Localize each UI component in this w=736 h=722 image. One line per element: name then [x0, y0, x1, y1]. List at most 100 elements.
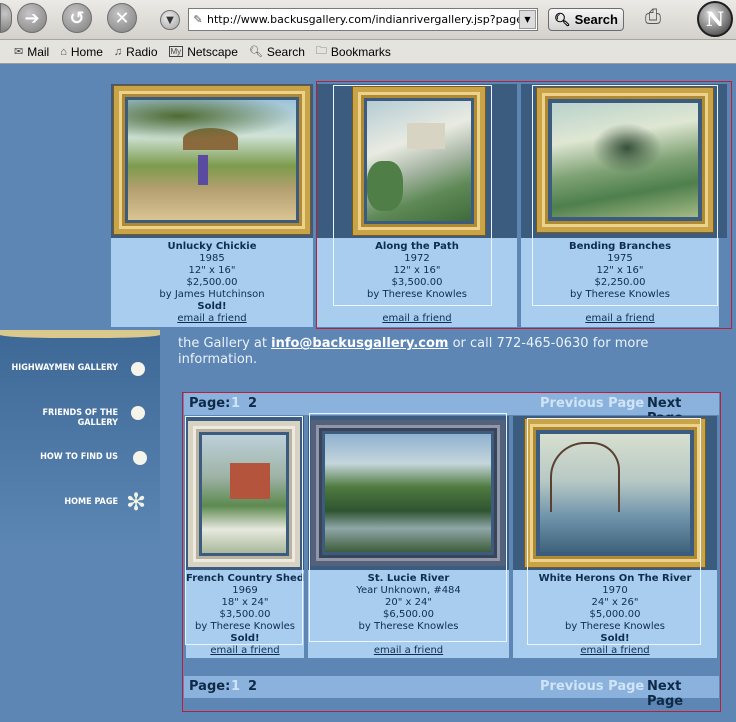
search-button-label: Search [574, 12, 618, 27]
painting-frame [353, 87, 485, 235]
painting-year: 1969 [232, 585, 258, 596]
magnifier-icon: 🔍︎ [554, 11, 571, 27]
painting-title[interactable]: French Country Shed [186, 573, 304, 585]
url-field[interactable]: ✎ http://www.backusgallery.com/indianriv… [188, 8, 538, 31]
painting-price: $6,500.00 [383, 609, 434, 620]
sidebar-bullet-icon [131, 406, 145, 420]
print-icon[interactable]: ⎙ [645, 4, 675, 34]
status-spacer [521, 301, 719, 313]
painting-price: $2,500.00 [186, 277, 238, 288]
previous-page-link[interactable]: Previous Page [540, 396, 644, 411]
toolbar-item-label: Netscape [187, 44, 238, 59]
painting-thumbnail[interactable] [317, 84, 517, 238]
toolbar-item-radio[interactable]: ♫ Radio [114, 45, 158, 59]
painting-artist: by Therese Knowles [570, 289, 670, 300]
palm-tree-icon: ✻ [126, 488, 147, 516]
email-a-friend-link[interactable]: email a friend [111, 313, 313, 325]
painting-canvas [325, 434, 491, 552]
painting-canvas [128, 100, 296, 220]
painting-size: 24" x 26" [591, 597, 639, 608]
painting-year: Year Unknown, #484 [356, 585, 461, 596]
page-label: Page: [189, 679, 231, 694]
page-label: Page: [189, 396, 231, 411]
history-dropdown-icon[interactable]: ▼ [160, 10, 180, 30]
painting-info: White Herons On The River 1970 24" x 26"… [513, 570, 717, 658]
painting-title[interactable]: St. Lucie River [308, 573, 509, 585]
back-arrow-icon[interactable]: ➔ [17, 3, 47, 33]
painting-title[interactable]: Unlucky Chickie [111, 241, 313, 253]
toolbar-item-search[interactable]: 🔍︎ Search [249, 45, 305, 59]
my-netscape-icon: My [168, 46, 184, 57]
painting-thumbnail[interactable] [186, 416, 304, 570]
painting-frame [114, 86, 310, 234]
sidebar-item-home-page[interactable]: HOME PAGE [64, 497, 118, 507]
painting-title[interactable]: Bending Branches [521, 241, 719, 253]
painting-thumbnail[interactable] [513, 416, 717, 570]
url-text[interactable]: http://www.backusgallery.com/indianriver… [207, 13, 519, 26]
toolbar-item-label: Mail [27, 44, 50, 59]
toolbar-item-netscape[interactable]: My Netscape [168, 44, 238, 59]
page-2-link[interactable]: 2 [248, 679, 257, 694]
painting-thumbnail[interactable] [308, 416, 509, 570]
previous-page-link[interactable]: Previous Page [540, 679, 644, 694]
stop-icon[interactable]: ✕ [107, 3, 137, 33]
sidebar-item-how-to-find-us[interactable]: HOW TO FIND US [40, 452, 118, 462]
navigation-toolbar: ➔ ↺ ✕ ▼ ✎ http://www.backusgallery.com/i… [0, 0, 736, 40]
painting-size: 12" x 16" [188, 265, 236, 276]
painting-title[interactable]: White Herons On The River [513, 573, 717, 585]
toolbar-item-label: Radio [126, 44, 158, 59]
painting-size: 12" x 16" [596, 265, 644, 276]
sidebar-item-highwaymen-gallery[interactable]: HIGHWAYMEN GALLERY [11, 363, 118, 373]
painting-price: $5,000.00 [589, 609, 641, 620]
painting-year: 1972 [404, 253, 430, 264]
painting-info: St. Lucie River Year Unknown, #484 20" x… [308, 570, 509, 658]
status-spacer [317, 301, 517, 313]
home-icon: ⌂ [60, 45, 67, 58]
painting-thumbnail[interactable] [111, 84, 313, 238]
painting-artist: by Therese Knowles [367, 289, 467, 300]
url-dropdown-icon[interactable]: ▼ [519, 10, 536, 29]
email-a-friend-link[interactable]: email a friend [317, 313, 517, 325]
email-a-friend-link[interactable]: email a friend [186, 645, 304, 657]
painting-year: 1975 [607, 253, 633, 264]
toolbar-item-mail[interactable]: ✉ Mail [14, 45, 49, 59]
painting-size: 20" x 24" [385, 597, 432, 608]
page-2-link[interactable]: 2 [248, 396, 257, 411]
toolbar-item-home[interactable]: ⌂ Home [60, 45, 103, 59]
menu-grip-icon[interactable] [0, 3, 12, 33]
page-proxy-icon[interactable]: ✎ [189, 13, 207, 26]
painting-canvas [540, 434, 690, 552]
painting-thumbnail[interactable] [521, 84, 727, 238]
page-1-link[interactable]: 1 [231, 679, 240, 694]
folder-icon: 🗀 [315, 45, 327, 57]
next-page-link[interactable]: Next Page [647, 679, 719, 709]
email-a-friend-link[interactable]: email a friend [521, 313, 719, 325]
painting-title[interactable]: Along the Path [317, 241, 517, 253]
sidebar-top-ornament [0, 330, 160, 338]
painting-artist: by Therese Knowles [195, 621, 295, 632]
painting-canvas [552, 103, 698, 217]
painting-price: $3,500.00 [391, 277, 443, 288]
sold-label: Sold! [230, 633, 260, 644]
page-1-link[interactable]: 1 [231, 396, 240, 411]
gallery-email-link[interactable]: info@backusgallery.com [271, 336, 448, 351]
search-button[interactable]: 🔍︎ Search [548, 8, 624, 31]
toolbar-item-bookmarks[interactable]: 🗀 Bookmarks [316, 42, 391, 61]
email-a-friend-link[interactable]: email a friend [513, 645, 717, 657]
toolbar-item-label: Search [266, 44, 305, 59]
sidebar-bullet-icon [133, 451, 147, 465]
painting-artist: by Therese Knowles [565, 621, 665, 632]
sidebar-bullet-icon [131, 362, 145, 376]
painting-frame [525, 419, 705, 567]
pagination-bottom: Page: 1 2 Previous Page Next Page [184, 676, 719, 709]
personal-toolbar: ✉ Mail ⌂ Home ♫ Radio My Netscape 🔍︎ Sea… [0, 40, 736, 64]
pagination-top: Page: 1 2 Previous Page Next Page [184, 393, 719, 426]
sidebar-item-friends-of-the-gallery[interactable]: FRIENDS OF THE GALLERY [0, 408, 118, 428]
painting-year: 1970 [602, 585, 628, 596]
netscape-logo-icon[interactable]: N [697, 1, 733, 37]
radio-icon: ♫ [113, 45, 123, 58]
email-a-friend-link[interactable]: email a friend [308, 645, 509, 657]
sold-label: Sold! [197, 301, 227, 312]
reload-icon[interactable]: ↺ [62, 3, 92, 33]
painting-frame [188, 421, 300, 567]
